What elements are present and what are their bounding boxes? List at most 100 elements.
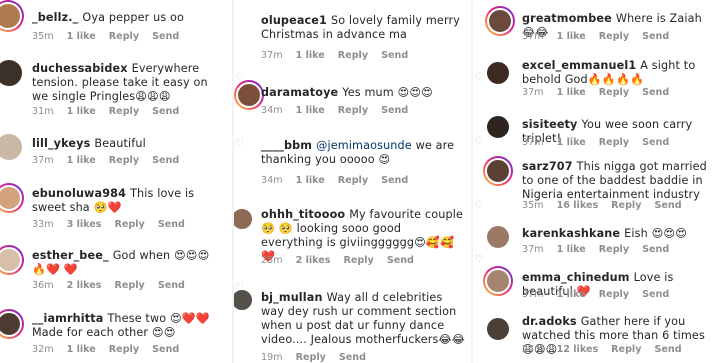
comment-username[interactable]: esther_bee_ [32, 249, 109, 262]
avatar[interactable] [0, 309, 24, 339]
comment-body: Eish 😍😍😍 [624, 227, 688, 240]
send-button[interactable]: Send [158, 280, 185, 291]
send-button[interactable]: Send [642, 87, 669, 98]
avatar[interactable] [0, 132, 24, 162]
avatar[interactable] [0, 245, 24, 275]
reply-button[interactable]: Reply [338, 50, 368, 61]
avatar[interactable] [0, 58, 24, 88]
comment-username[interactable]: emma_chinedum [522, 271, 630, 284]
comment-username[interactable]: duchessabidex [32, 62, 128, 75]
reply-button[interactable]: Reply [296, 352, 326, 363]
comment-likes[interactable]: 1 like [67, 155, 96, 166]
comment-username[interactable]: olupeace1 [261, 14, 327, 27]
comments-column-right: ♡ ♡ ♡ ♡ greatmombee Where is Zaiah 😂😂 37m… [473, 0, 726, 363]
comment-likes[interactable]: 1 like [67, 344, 96, 355]
comment-likes[interactable]: 1 like [67, 31, 96, 42]
comment-username[interactable]: daramatoye [261, 86, 338, 99]
comment-item: dr.adoks Gather here if you watched this … [473, 310, 726, 363]
comment-likes[interactable]: 2 likes [296, 255, 331, 266]
comment-likes[interactable]: 1 like [296, 105, 325, 116]
reply-button[interactable]: Reply [115, 280, 145, 291]
comment-mention[interactable]: @jemimaosunde [316, 139, 412, 152]
reply-button[interactable]: Reply [599, 137, 629, 148]
comment-username[interactable]: karenkashkane [522, 227, 620, 240]
avatar[interactable] [485, 316, 511, 342]
comment-likes[interactable]: 1 like [557, 244, 586, 255]
comment-body: Oya pepper us oo [82, 11, 185, 24]
comment-meta: 34m 1 like Reply Send [261, 105, 421, 116]
comment-username[interactable]: _bellz._ [32, 11, 78, 24]
send-button[interactable]: Send [339, 352, 366, 363]
comment-text: lill_ykeys Beautiful [32, 137, 222, 151]
send-button[interactable]: Send [381, 175, 408, 186]
send-button[interactable]: Send [381, 50, 408, 61]
reply-button[interactable]: Reply [338, 175, 368, 186]
comment-likes[interactable]: 16 likes [557, 200, 599, 211]
comment-likes[interactable]: 1 like [296, 175, 325, 186]
comment-text: __iamrhitta These two 😍❤️❤️ Made for each… [32, 312, 222, 340]
reply-button[interactable]: Reply [109, 31, 139, 42]
send-button[interactable]: Send [152, 344, 179, 355]
reply-button[interactable]: Reply [109, 344, 139, 355]
reply-button[interactable]: Reply [599, 87, 629, 98]
avatar[interactable] [483, 266, 513, 296]
reply-button[interactable]: Reply [611, 344, 641, 355]
avatar[interactable] [483, 156, 513, 186]
avatar[interactable] [485, 60, 511, 86]
avatar[interactable] [485, 224, 511, 250]
comment-likes[interactable]: 3 likes [67, 219, 102, 230]
avatar[interactable] [0, 183, 24, 213]
comment-username[interactable]: sisiteety [522, 118, 578, 131]
comment-username[interactable]: ____bbm [261, 139, 312, 152]
send-button[interactable]: Send [642, 289, 669, 300]
reply-button[interactable]: Reply [109, 155, 139, 166]
send-button[interactable]: Send [642, 137, 669, 148]
comment-username[interactable]: excel_emmanuel1 [522, 59, 636, 72]
comments-column-left: _bellz._ Oya pepper us oo 35m 1 like Reply S… [0, 0, 230, 363]
reply-button[interactable]: Reply [611, 200, 641, 211]
comment-username[interactable]: greatmombee [522, 12, 612, 25]
comment-username[interactable]: dr.adoks [522, 315, 577, 328]
comment-meta: 37m 1 like Reply Send [32, 155, 192, 166]
comment-item: bj_mullan Way all d celebrities way dey r… [234, 286, 470, 363]
avatar[interactable] [485, 114, 511, 140]
comment-username[interactable]: __iamrhitta [32, 312, 103, 325]
avatar[interactable] [234, 288, 254, 312]
send-button[interactable]: Send [152, 106, 179, 117]
send-button[interactable]: Send [158, 219, 185, 230]
comment-username[interactable]: bj_mullan [261, 291, 323, 304]
comment-username[interactable]: ebunoluwa984 [32, 187, 126, 200]
send-button[interactable]: Send [642, 244, 669, 255]
send-button[interactable]: Send [152, 31, 179, 42]
comment-username[interactable]: sarz707 [522, 160, 573, 173]
comment-likes[interactable]: 12 likes [557, 344, 599, 355]
reply-button[interactable]: Reply [344, 255, 374, 266]
avatar[interactable] [234, 207, 254, 231]
comment-text: ____bbm @jemimaosunde we are thanking you… [261, 139, 466, 167]
send-button[interactable]: Send [381, 105, 408, 116]
comment-username[interactable]: lill_ykeys [32, 137, 90, 150]
comment-username[interactable]: ohhh_titoooo [261, 208, 345, 221]
reply-button[interactable]: Reply [599, 31, 629, 42]
avatar[interactable] [0, 0, 24, 32]
send-button[interactable]: Send [654, 200, 681, 211]
comment-likes[interactable]: 1 like [296, 50, 325, 61]
send-button[interactable]: Send [642, 31, 669, 42]
send-button[interactable]: Send [387, 255, 414, 266]
reply-button[interactable]: Reply [109, 106, 139, 117]
comment-likes[interactable]: 1 like [557, 137, 586, 148]
reply-button[interactable]: Reply [599, 244, 629, 255]
send-button[interactable]: Send [152, 155, 179, 166]
send-button[interactable]: Send [654, 344, 681, 355]
avatar[interactable] [485, 6, 515, 36]
comment-likes[interactable]: 1 like [557, 31, 586, 42]
comment-likes[interactable]: 2 likes [67, 280, 102, 291]
comment-likes[interactable]: 1 like [557, 87, 586, 98]
comment-text: sarz707 This nigga got married to one of … [522, 160, 717, 202]
avatar[interactable] [234, 80, 264, 110]
reply-button[interactable]: Reply [115, 219, 145, 230]
reply-button[interactable]: Reply [338, 105, 368, 116]
comment-likes[interactable]: 1 like [67, 106, 96, 117]
reply-button[interactable]: Reply [599, 289, 629, 300]
comment-likes[interactable]: 1 like [557, 289, 586, 300]
